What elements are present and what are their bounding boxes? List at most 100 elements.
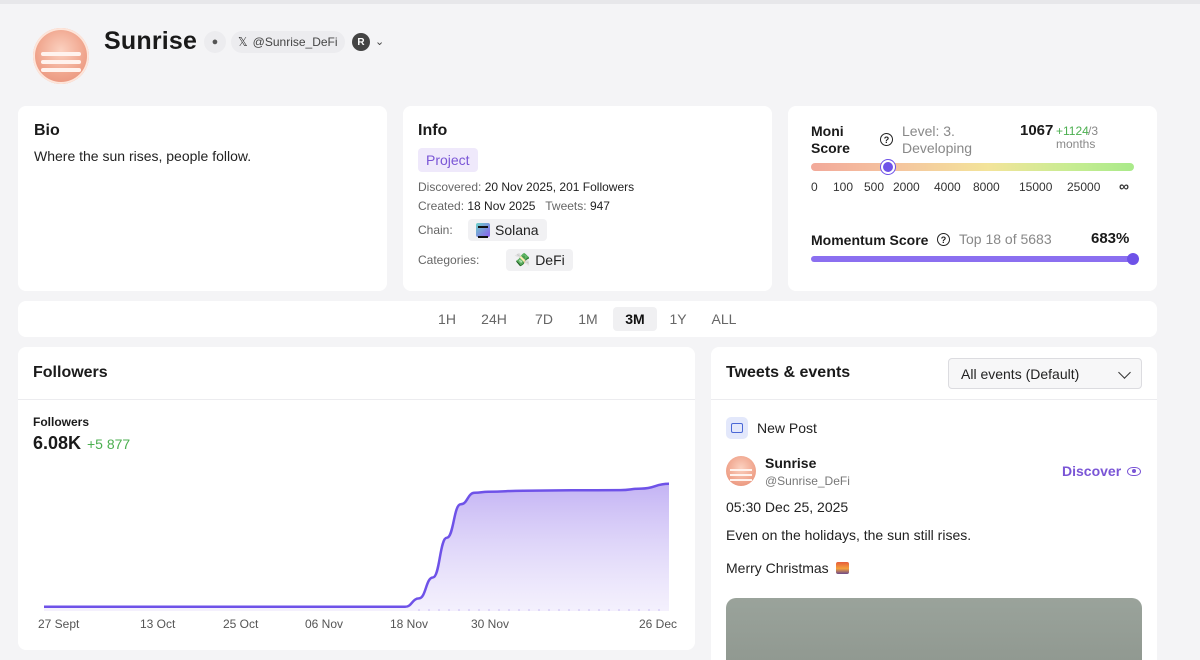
events-filter-select[interactable]: All events (Default) [948, 358, 1142, 389]
moni-tick: 2000 [893, 180, 920, 194]
new-post-icon [726, 417, 748, 439]
momentum-title: Momentum Score [811, 232, 929, 248]
tweet-image[interactable] [726, 598, 1142, 660]
x-tick-label: 13 Oct [140, 617, 176, 631]
project-tag: Project [418, 148, 478, 172]
money-wings-icon: 💸 [514, 252, 531, 267]
moni-tick: 4000 [934, 180, 961, 194]
discovered-label: Discovered: [418, 180, 482, 194]
info-card: Info Project Discovered: 20 Nov 2025, 20… [403, 106, 772, 291]
created-label: Created: [418, 199, 465, 213]
tweet-text: Even on the holidays, the sun still rise… [726, 527, 972, 543]
chevron-down-icon [1118, 366, 1131, 379]
tweets-value: 947 [589, 199, 610, 213]
momentum-bar [811, 256, 1134, 262]
timeframe-1y[interactable]: 1Y [665, 307, 691, 331]
moni-tick: 8000 [973, 180, 1000, 194]
tweet-text-line2: Merry Christmas [726, 560, 849, 576]
moni-score-title: Moni Score [811, 123, 850, 157]
tweets-events-card: Tweets & events All events (Default) New… [711, 347, 1157, 660]
tweets-title: Tweets & events [726, 364, 851, 381]
created-value: 18 Nov 2025 [467, 199, 536, 213]
project-avatar [33, 28, 89, 84]
momentum-percent: 683% [1091, 230, 1130, 247]
x-tick-label: 25 Oct [223, 617, 259, 631]
moni-title-line2: Score [811, 140, 850, 156]
timeframe-1h[interactable]: 1H [432, 307, 462, 331]
project-name: Sunrise [104, 27, 198, 55]
moni-score-value: 1067 [1020, 122, 1054, 139]
discovered-value: 20 Nov 2025, 201 Followers [484, 180, 635, 194]
info-title: Info [418, 122, 448, 139]
moni-period-suffix: /3 [1088, 124, 1099, 138]
x-tick-label: 06 Nov [305, 617, 344, 631]
moni-score-delta: +1124 [1056, 124, 1089, 138]
moni-tick: 15000 [1019, 180, 1053, 194]
tweet-timestamp: 05:30 Dec 25, 2025 [726, 499, 849, 515]
created-line: Created: 18 Nov 2025 Tweets: 947 [418, 199, 757, 213]
x-tick-label: 30 Nov [471, 617, 510, 631]
moni-tick: 0 [811, 180, 818, 194]
chain-pill[interactable]: Solana [468, 219, 547, 241]
moni-level-line1: Level: 3. [902, 123, 955, 139]
timeframe-7d[interactable]: 7D [528, 307, 560, 331]
moni-score-bar [811, 163, 1134, 171]
bio-title: Bio [34, 122, 60, 139]
x-logo-icon: 𝕏 [238, 35, 248, 49]
momentum-knob [1127, 253, 1139, 265]
moni-period-months: months [1056, 137, 1096, 151]
moni-tick: ∞ [1119, 178, 1129, 194]
tweets-label: Tweets: [545, 199, 587, 213]
chain-value: Solana [495, 222, 539, 238]
x-tick-label: 27 Sept [38, 617, 80, 631]
moni-score-knob [881, 160, 895, 174]
chain-row: Chain: Solana [418, 219, 757, 241]
timeframe-all[interactable]: ALL [706, 307, 742, 331]
followers-chart [44, 482, 670, 611]
discovered-line: Discovered: 20 Nov 2025, 201 Followers [418, 180, 757, 194]
moni-score-card: Moni Score ? Level: 3. Developing 1067 +… [788, 106, 1157, 291]
timeframe-24h[interactable]: 24H [475, 307, 513, 331]
moni-level-line2: Developing [902, 140, 973, 156]
moni-tick: 25000 [1067, 180, 1101, 194]
x-tick-label: 18 Nov [390, 617, 429, 631]
author-avatar [726, 456, 756, 486]
author-name: Sunrise [765, 455, 817, 471]
globe-icon[interactable]: ● [204, 31, 226, 53]
twitter-handle: @Sunrise_DeFi [252, 35, 338, 49]
bio-card: Bio Where the sun rises, people follow. [18, 106, 387, 291]
category-value: DeFi [535, 252, 565, 268]
eye-icon [1127, 466, 1142, 476]
help-icon[interactable]: ? [880, 133, 893, 146]
author-handle: @Sunrise_DeFi [765, 474, 850, 488]
followers-card: Followers Followers 6.08K +5 877 27 Sept… [18, 347, 695, 650]
moni-level: Level: 3. Developing [902, 123, 972, 157]
timeframe-selector: 1H 24H 7D 1M 3M 1Y ALL [18, 301, 1157, 337]
discover-label: Discover [1062, 463, 1122, 479]
categories-label: Categories: [418, 253, 480, 267]
twitter-handle-link[interactable]: 𝕏 @Sunrise_DeFi [231, 31, 345, 53]
chevron-down-icon[interactable]: ⌄ [375, 35, 384, 48]
discover-link[interactable]: Discover [1062, 463, 1142, 479]
r-badge-icon[interactable]: R [352, 33, 370, 51]
x-tick-label: 26 Dec [639, 617, 678, 631]
followers-area [44, 483, 669, 611]
moni-title-line1: Moni [811, 123, 844, 139]
top-border [0, 0, 1200, 4]
tweets-header: Tweets & events All events (Default) [711, 347, 1157, 400]
chain-label: Chain: [418, 223, 453, 237]
help-icon[interactable]: ? [937, 233, 950, 246]
moni-tick: 500 [864, 180, 885, 194]
sunset-emoji-icon [835, 562, 849, 574]
bio-text: Where the sun rises, people follow. [34, 148, 252, 164]
tweet-text-2: Merry Christmas [726, 560, 829, 576]
category-pill[interactable]: 💸 DeFi [506, 249, 573, 271]
solana-icon [476, 223, 490, 238]
momentum-rank: Top 18 of 5683 [959, 231, 1052, 247]
moni-tick: 100 [833, 180, 854, 194]
event-type-label: New Post [757, 420, 817, 436]
timeframe-3m[interactable]: 3M [613, 307, 657, 331]
categories-row: Categories: 💸 DeFi [418, 249, 757, 271]
timeframe-1m[interactable]: 1M [573, 307, 603, 331]
events-filter-value: All events (Default) [961, 365, 1080, 382]
